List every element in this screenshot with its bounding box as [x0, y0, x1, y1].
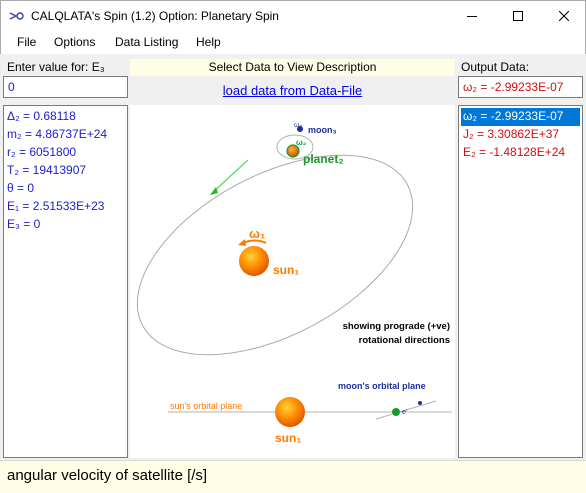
list-item[interactable]: Δ₂ = 0.68118 [7, 109, 124, 127]
menu-data-listing[interactable]: Data Listing [115, 35, 178, 49]
sun-side-view [275, 397, 305, 427]
list-item[interactable]: r₂ = 6051800 [7, 145, 124, 163]
input-data-list[interactable]: Δ₂ = 0.68118 m₂ = 4.86737E+24 r₂ = 60518… [3, 105, 128, 458]
minimize-icon [467, 16, 477, 17]
e-label: e' [402, 409, 407, 416]
planet-side-view [392, 408, 400, 416]
menu-bar: File Options Data Listing Help [0, 31, 586, 54]
moon-orbital-plane-label: moon's orbital plane [338, 381, 426, 391]
status-bar: angular velocity of satellite [/s] [0, 460, 586, 493]
app-icon [9, 12, 24, 20]
planet-label: planet₂ [303, 152, 344, 166]
value-input[interactable]: 0 [3, 76, 128, 98]
sun-side-view-label: sun₁ [275, 431, 301, 445]
output-value-field: ω₂ = -2.99233E-07 [458, 76, 583, 98]
list-item[interactable]: E₂ = -1.48128E+24 [461, 144, 580, 162]
list-item-selected[interactable]: ω₂ = -2.99233E-07 [461, 108, 580, 126]
menu-help[interactable]: Help [196, 35, 221, 49]
sun [239, 246, 269, 276]
input-label: Enter value for: E₃ [7, 60, 105, 74]
select-hint: Select Data to View Description [130, 59, 455, 76]
moon-label: moon₃ [308, 125, 337, 135]
minimize-button[interactable] [449, 1, 495, 31]
status-text: angular velocity of satellite [/s] [7, 467, 208, 484]
list-item[interactable]: J₂ = 3.30862E+37 [461, 126, 580, 144]
window-title: CALQLATA's Spin (1.2) Option: Planetary … [31, 9, 279, 23]
maximize-icon [513, 11, 523, 21]
sun-spin-arrowhead [238, 239, 246, 246]
output-data-list[interactable]: ω₂ = -2.99233E-07 J₂ = 3.30862E+37 E₂ = … [458, 105, 583, 458]
moon-side-view [418, 401, 422, 405]
omega3-label: ω₃ [294, 122, 302, 129]
list-item[interactable]: T₂ = 19413907 [7, 163, 124, 181]
close-button[interactable] [541, 1, 586, 31]
omega2-label: ω₂ [296, 138, 307, 147]
list-item[interactable]: E₃ = 0 [7, 217, 124, 235]
maximize-button[interactable] [495, 1, 541, 31]
load-data-link[interactable]: load data from Data-File [130, 83, 455, 98]
sun-orbital-plane-label: sun's orbital plane [170, 401, 242, 411]
output-label: Output Data: [461, 60, 530, 74]
planet-orbit [136, 154, 414, 356]
prograde-note-line1: showing prograde (+ve) [343, 321, 450, 332]
list-item[interactable]: E₁ = 2.51533E+23 [7, 199, 124, 217]
list-item[interactable]: m₂ = 4.86737E+24 [7, 127, 124, 145]
title-bar: CALQLATA's Spin (1.2) Option: Planetary … [0, 0, 586, 31]
menu-options[interactable]: Options [54, 35, 95, 49]
planetary-spin-diagram: ω₃ moon₃ ω₂ planet₂ ω₁ sun₁ showing prog… [130, 105, 455, 458]
menu-file[interactable]: File [17, 35, 36, 49]
list-item[interactable]: θ = 0 [7, 181, 124, 199]
close-icon [559, 11, 569, 21]
omega1-label: ω₁ [249, 226, 265, 241]
prograde-note-line2: rotational directions [359, 335, 450, 346]
sun-label: sun₁ [273, 263, 299, 277]
